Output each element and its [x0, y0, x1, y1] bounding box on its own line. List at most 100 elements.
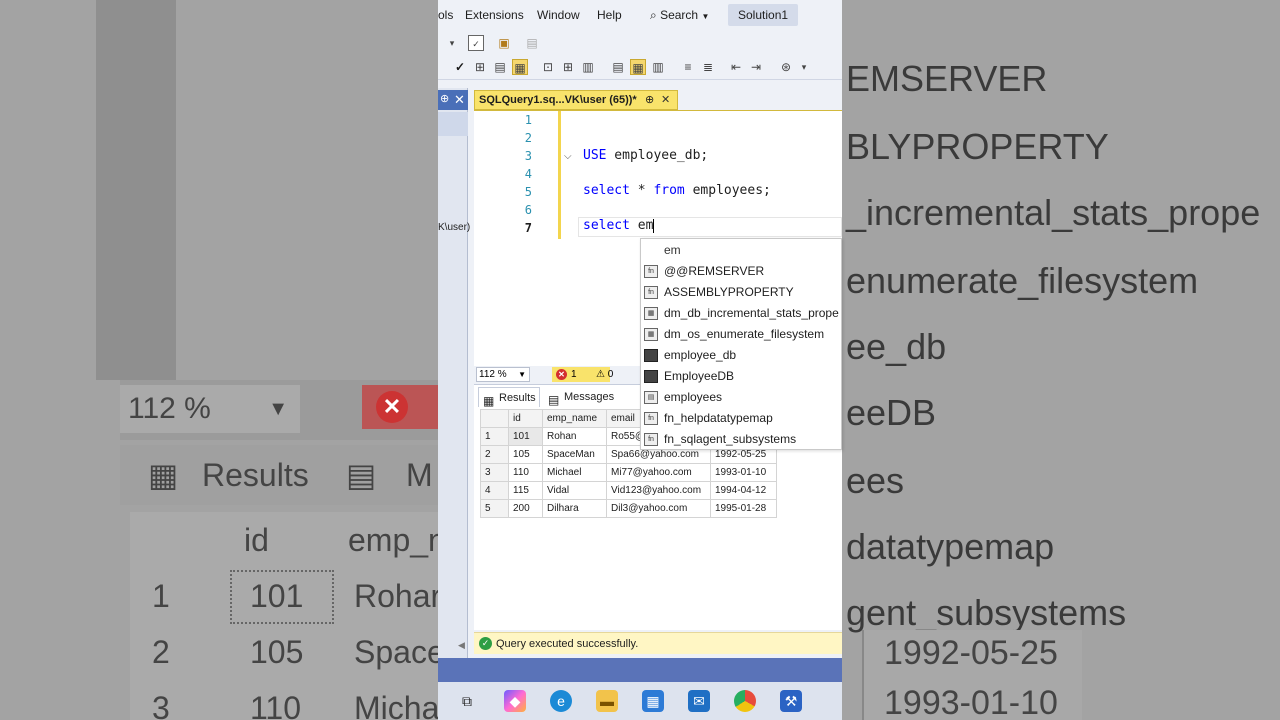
row-number[interactable]: 4 — [480, 481, 509, 500]
autocomplete-item[interactable]: ▤ employees — [641, 387, 841, 408]
autocomplete-item[interactable]: ▦ dm_db_incremental_stats_prope — [641, 303, 841, 324]
comment-icon[interactable]: ≡ — [680, 59, 696, 75]
folder-icon[interactable]: ▣ — [496, 35, 512, 51]
results-to-grid-icon[interactable]: ▦ — [630, 59, 646, 75]
dropdown-arrow-icon[interactable]: ▾ — [444, 35, 460, 51]
grid-corner[interactable] — [480, 409, 509, 428]
warning-indicator[interactable]: ⚠ 0 — [596, 367, 632, 382]
indent-icon[interactable]: ⇥ — [748, 59, 764, 75]
results-grid-icon[interactable]: ▦ — [512, 59, 528, 75]
autocomplete-item[interactable]: EmployeeDB — [641, 366, 841, 387]
autocomplete-typed[interactable]: em — [641, 240, 841, 261]
menu-extensions[interactable]: Extensions — [465, 8, 524, 22]
code-line-3: USE employee_db; — [583, 148, 708, 163]
cell-name[interactable]: Vidal — [542, 481, 607, 500]
cell-email[interactable]: Dil3@yahoo.com — [606, 499, 711, 518]
ssms-status-strip — [438, 658, 842, 682]
parse-check-icon[interactable]: ✓ — [452, 59, 468, 75]
results-to-text-icon[interactable]: ▤ — [610, 59, 626, 75]
bg-right-line-2: _incremental_stats_prope — [846, 192, 1261, 233]
menu-help[interactable]: Help — [597, 8, 622, 22]
stats-icon[interactable]: ▥ — [580, 59, 596, 75]
intellisense-icon[interactable]: ⊞ — [560, 59, 576, 75]
tab-pin-icon[interactable]: ⊕ — [645, 91, 654, 109]
autocomplete-item[interactable]: ▦ dm_os_enumerate_filesystem — [641, 324, 841, 345]
row-number[interactable]: 5 — [480, 499, 509, 518]
bg-error-icon: ✕ — [376, 391, 408, 423]
autocomplete-item[interactable]: fn fn_sqlagent_subsystems — [641, 429, 841, 449]
tab-close-icon[interactable]: ✕ — [661, 91, 670, 109]
cell-dob[interactable]: 1993-01-10 — [710, 463, 777, 482]
results-text-icon[interactable]: ▤ — [492, 59, 508, 75]
pin-icon[interactable]: ⊕ — [440, 92, 449, 105]
bg-chevron-down-icon: ▼ — [268, 398, 288, 420]
row-number[interactable]: 1 — [480, 427, 509, 446]
store-icon[interactable]: ▦ — [642, 690, 664, 712]
column-header[interactable]: id — [508, 409, 543, 428]
menu-tools[interactable]: ols — [438, 8, 453, 22]
specify-values-icon[interactable]: ⊛ — [778, 59, 794, 75]
bg-row1-id: 101 — [250, 578, 304, 614]
plan-icon[interactable]: ⊞ — [472, 59, 488, 75]
search-icon: ⌕ — [650, 8, 657, 22]
code-text: employee_db; — [606, 148, 709, 163]
bg-row2-id: 105 — [250, 634, 304, 670]
search-menu[interactable]: ⌕ Search ▼ — [650, 8, 709, 23]
object-explorer-selected[interactable] — [438, 112, 468, 136]
cell-dob[interactable]: 1994-04-12 — [710, 481, 777, 500]
tab-sqlquery1[interactable]: SQLQuery1.sq...VK\user (65))* ⊕ ✕ — [474, 90, 678, 110]
cell-name[interactable]: Michael — [542, 463, 607, 482]
table-row: 5 200 Dilhara Dil3@yahoo.com 1995-01-28 — [480, 499, 777, 518]
fold-chevron-icon[interactable]: ⌵ — [564, 151, 572, 162]
outlook-icon[interactable]: ✉ — [688, 690, 710, 712]
cell-dob[interactable]: 1995-01-28 — [710, 499, 777, 518]
close-icon[interactable]: ✕ — [454, 92, 465, 108]
copilot-icon[interactable]: ◆ — [504, 690, 526, 712]
ssms-icon[interactable]: ⚒ — [780, 690, 802, 712]
function-icon: fn — [644, 412, 658, 425]
cell-id[interactable]: 110 — [508, 463, 543, 482]
autocomplete-item[interactable]: fn @@REMSERVER — [641, 261, 841, 282]
bg-right-line-7: datatypemap — [846, 526, 1055, 567]
cell-name[interactable]: SpaceMan — [542, 445, 607, 464]
results-to-file-icon[interactable]: ▥ — [650, 59, 666, 75]
zoom-select[interactable]: 112 % ▼ — [476, 367, 530, 382]
query-options-icon[interactable]: ⊡ — [540, 59, 556, 75]
uncomment-icon[interactable]: ≣ — [700, 59, 716, 75]
autocomplete-item[interactable]: fn fn_helpdatatypemap — [641, 408, 841, 429]
bg-messages-icon: ▤ — [346, 457, 377, 493]
bg-grid-icon: ▦ — [148, 457, 179, 493]
autocomplete-item[interactable]: fn ASSEMBLYPROPERTY — [641, 282, 841, 303]
scroll-left-icon[interactable]: ◀ — [458, 640, 465, 651]
autocomplete-item[interactable]: employee_db — [641, 345, 841, 366]
table-icon: ▤ — [644, 391, 658, 404]
cell-name[interactable]: Dilhara — [542, 499, 607, 518]
tab-messages[interactable]: ▤ Messages — [544, 387, 618, 407]
cell-name[interactable]: Rohan — [542, 427, 607, 446]
edge-icon[interactable]: e — [550, 690, 572, 712]
row-number[interactable]: 2 — [480, 445, 509, 464]
tab-results[interactable]: ▦ Results — [478, 387, 540, 408]
cell-id[interactable]: 101 — [508, 427, 543, 446]
view-icon: ▦ — [644, 328, 658, 341]
cell-id[interactable]: 200 — [508, 499, 543, 518]
cell-email[interactable]: Mi77@yahoo.com — [606, 463, 711, 482]
outdent-icon[interactable]: ⇤ — [728, 59, 744, 75]
column-header[interactable]: emp_name — [542, 409, 607, 428]
cell-id[interactable]: 105 — [508, 445, 543, 464]
table-row: 4 115 Vidal Vid123@yahoo.com 1994-04-12 — [480, 481, 777, 500]
connection-user: K\user) — [438, 222, 471, 233]
task-view-icon[interactable]: ⧉ — [456, 690, 478, 712]
checklist-icon[interactable]: ✓ — [468, 35, 484, 51]
toolbar-overflow-icon[interactable]: ▾ — [796, 59, 812, 75]
chrome-icon[interactable] — [734, 690, 756, 712]
file-explorer-icon[interactable]: ▬ — [596, 690, 618, 712]
autocomplete-label: fn_sqlagent_subsystems — [664, 432, 797, 446]
row-number[interactable]: 3 — [480, 463, 509, 482]
bg-row2-name: Space — [354, 634, 438, 670]
cell-email[interactable]: Vid123@yahoo.com — [606, 481, 711, 500]
solution-name[interactable]: Solution1 — [728, 4, 799, 26]
database-icon — [644, 349, 658, 362]
cell-id[interactable]: 115 — [508, 481, 543, 500]
menu-window[interactable]: Window — [537, 8, 580, 22]
